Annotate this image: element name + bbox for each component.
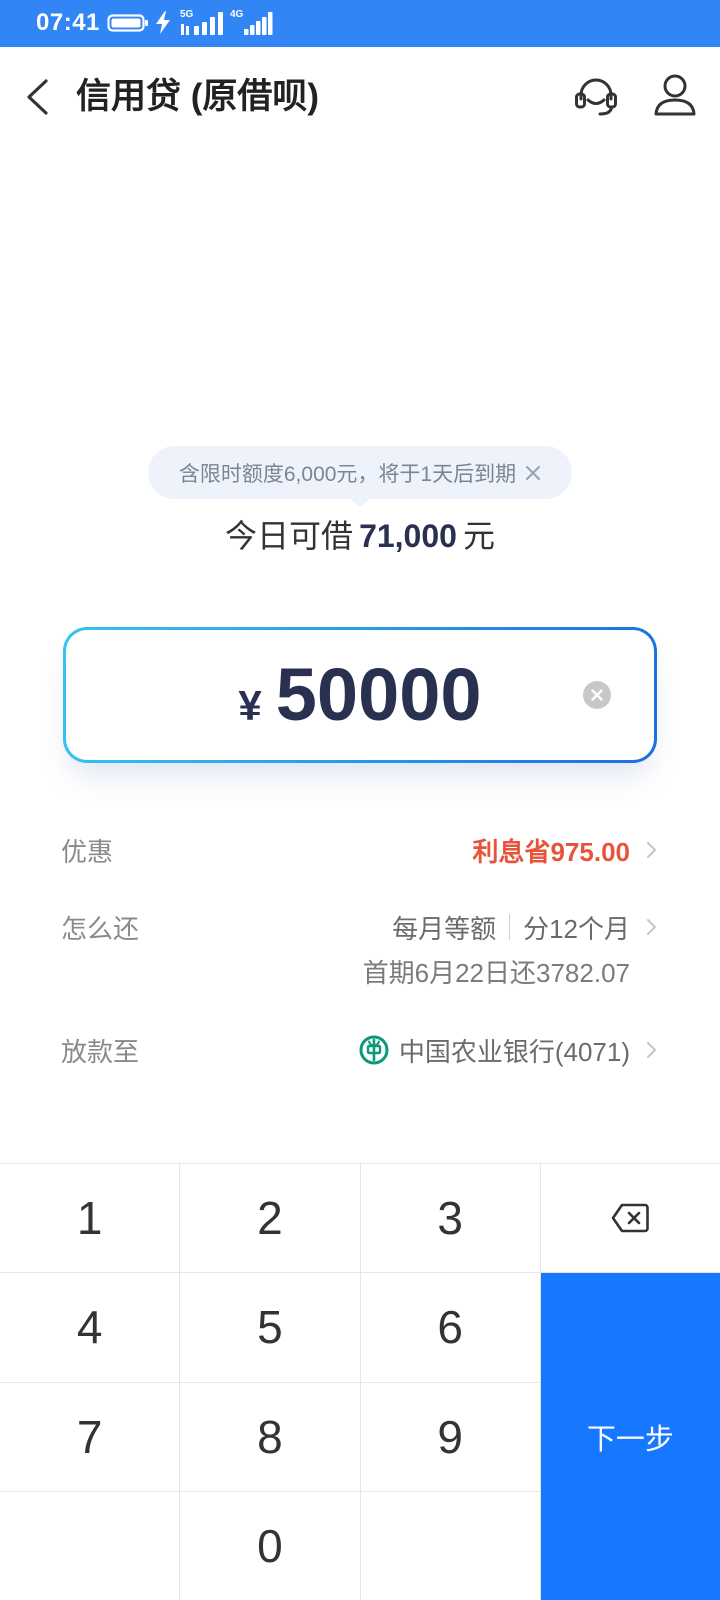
repayment-label: 怎么还 [61,913,140,944]
repayment-row[interactable]: 怎么还 每月等额 分12个月 [61,908,657,946]
separator [509,914,511,940]
key-0[interactable]: 0 [180,1491,360,1600]
discount-value: 利息省975.00 [472,836,630,867]
network-label-primary: 5G [180,9,194,20]
key-8[interactable]: 8 [180,1382,360,1491]
numeric-keypad: 1 2 3 4 5 6 下一步 7 8 9 0 [0,1163,720,1600]
notice-text: 含限时额度6,000元，将于1天后到期 [178,462,517,486]
amount-value: 50000 [275,653,482,736]
key-4[interactable]: 4 [0,1273,180,1382]
available-unit: 元 [462,518,495,554]
page-title: 信用贷 (原借呗) [76,77,320,116]
next-step-button[interactable]: 下一步 [540,1273,720,1600]
keypad-empty-cell [0,1491,180,1600]
amount-display: ¥ 50000 [238,658,481,732]
key-6[interactable]: 6 [360,1273,540,1382]
disbursement-right: 中国农业银行(4071) [359,1032,657,1069]
key-2[interactable]: 2 [180,1164,360,1273]
backspace-key[interactable] [540,1164,720,1273]
chevron-right-icon [647,919,656,935]
status-time: 07:41 [36,9,100,36]
chevron-right-icon [647,842,656,858]
keypad-empty-cell [360,1491,540,1600]
loan-amount-input[interactable]: ¥ 50000 [63,627,657,763]
close-icon[interactable] [525,465,541,481]
key-5[interactable]: 5 [180,1273,360,1382]
key-9[interactable]: 9 [360,1382,540,1491]
limited-quota-notice: 含限时额度6,000元，将于1天后到期 [148,446,572,508]
key-3[interactable]: 3 [360,1164,540,1273]
discount-row[interactable]: 优惠 利息省975.00 [61,831,657,869]
currency-symbol: ¥ [238,682,262,729]
bank-name: 中国农业银行(4071) [398,1036,630,1067]
chevron-right-icon [647,1042,656,1058]
charging-icon [156,11,170,34]
repayment-method: 每月等额 [392,913,497,944]
user-icon[interactable] [653,74,697,116]
agricultural-bank-logo-icon [359,1035,389,1065]
signal-icon: 5G [180,9,226,35]
available-credit: 今日可借 71,000 元 [0,516,720,556]
available-amount: 71,000 [359,518,457,554]
first-installment: 首期6月22日还3782.07 [362,958,630,988]
discount-right: 利息省975.00 [472,832,657,869]
battery-icon [107,14,148,32]
repayment-term: 分12个月 [523,913,630,944]
status-bar: 07:41 5G 4G [0,0,720,47]
network-label-secondary: 4G [230,9,244,20]
discount-label: 优惠 [61,836,114,867]
key-7[interactable]: 7 [0,1382,180,1491]
customer-service-icon[interactable] [573,73,619,119]
disbursement-row[interactable]: 放款至 中国农业银行(4071) [61,1031,657,1069]
backspace-icon [612,1203,650,1233]
available-prefix: 今日可借 [225,518,354,554]
key-1[interactable]: 1 [0,1164,180,1273]
clear-icon[interactable] [583,681,611,709]
disbursement-label: 放款至 [61,1036,140,1067]
repayment-right: 每月等额 分12个月 [392,909,657,946]
signal-icon-secondary: 4G [230,9,274,35]
back-chevron-icon[interactable] [25,79,49,115]
